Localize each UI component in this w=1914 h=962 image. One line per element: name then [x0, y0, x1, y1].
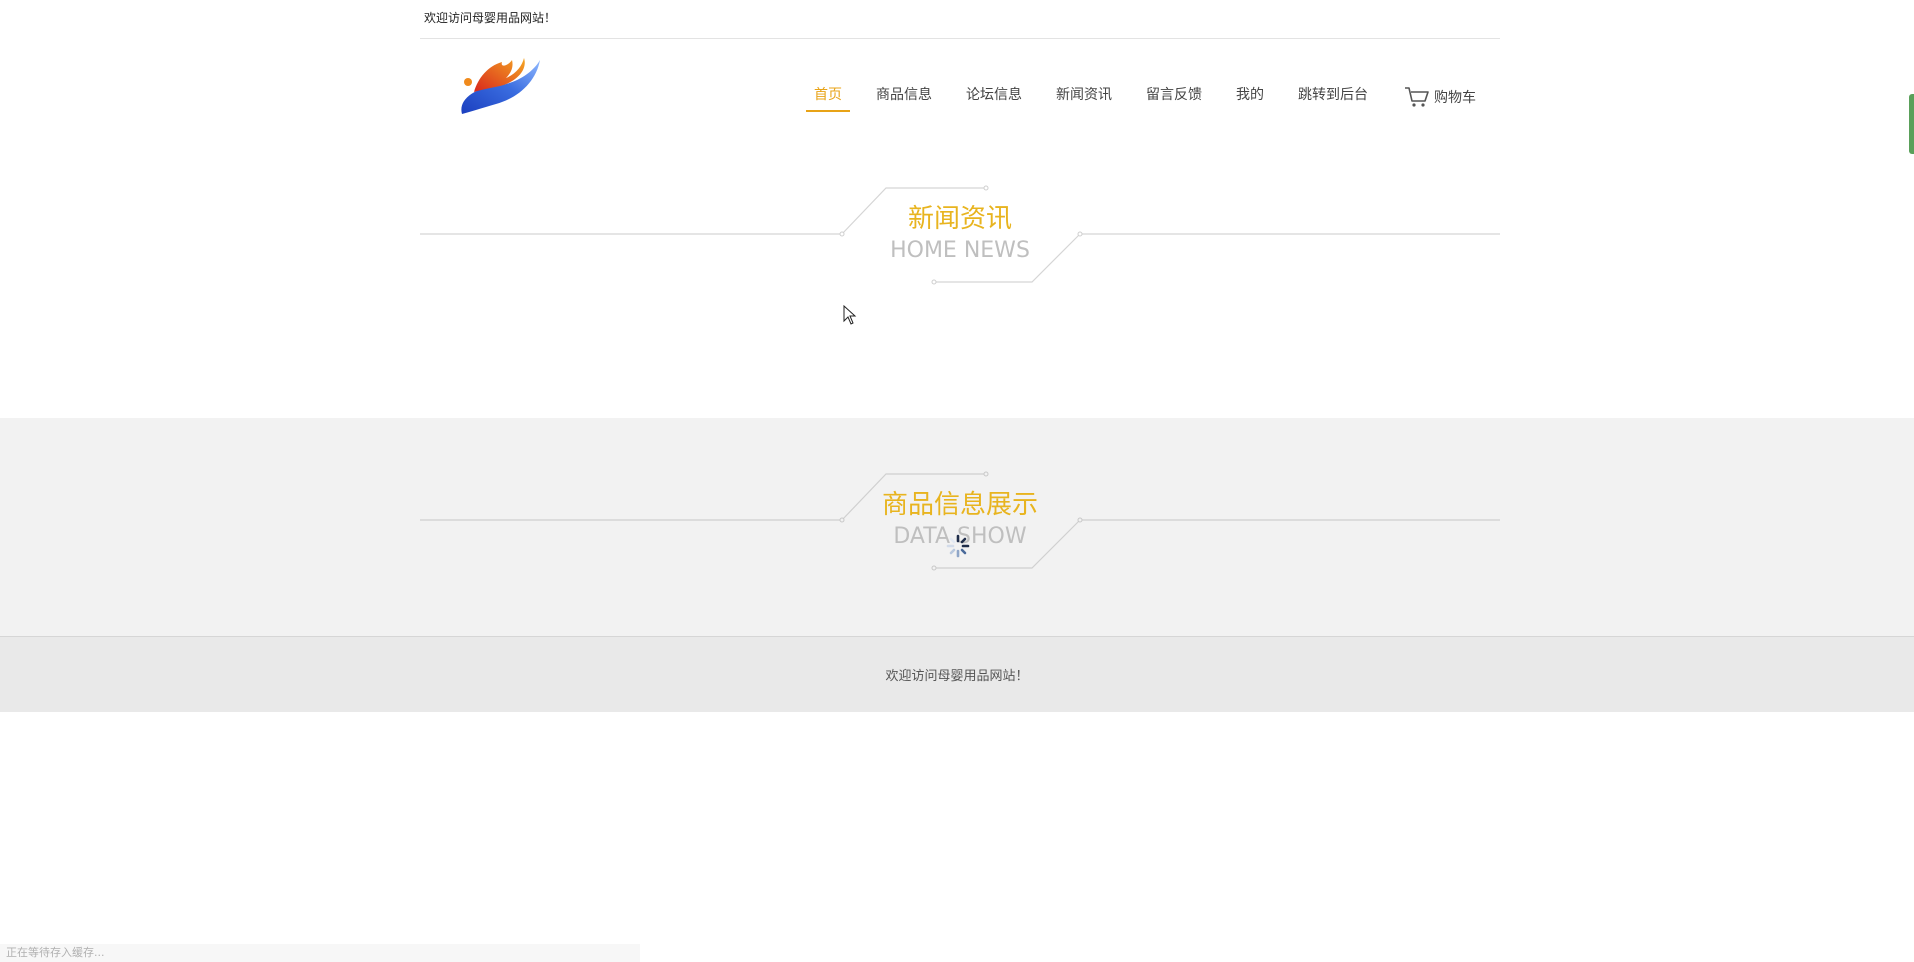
loading-spinner-icon — [946, 534, 970, 558]
nav-forum[interactable]: 论坛信息 — [966, 74, 1022, 112]
news-section-title: 新闻资讯 HOME NEWS — [420, 182, 1500, 292]
phoenix-logo-icon[interactable] — [456, 52, 542, 120]
mouse-cursor-icon — [843, 305, 857, 325]
section-title-zh: 新闻资讯 — [907, 204, 1012, 234]
nav-home[interactable]: 首页 — [806, 74, 850, 112]
nav-news[interactable]: 新闻资讯 — [1056, 74, 1112, 112]
nav-admin[interactable]: 跳转到后台 — [1298, 74, 1368, 112]
section-title-en: HOME NEWS — [890, 238, 1030, 263]
footer-text: 欢迎访问母婴用品网站！ — [885, 669, 1029, 684]
footer: 欢迎访问母婴用品网站！ — [0, 636, 1914, 712]
header: 首页 商品信息 论坛信息 新闻资讯 留言反馈 我的 跳转到后台 购物车 — [420, 38, 1500, 148]
cart-label: 购物车 — [1434, 90, 1476, 106]
top-bar: 欢迎访问母婴用品网站！ — [420, 0, 1500, 39]
products-section-title: 商品信息展示 DATA SHOW — [420, 468, 1500, 578]
cart-link[interactable]: 购物车 — [1404, 78, 1476, 108]
nav-feedback[interactable]: 留言反馈 — [1146, 74, 1202, 112]
browser-status-bar: 正在等待存入缓存... — [0, 944, 640, 962]
nav-products[interactable]: 商品信息 — [876, 74, 932, 112]
nav-mine[interactable]: 我的 — [1236, 74, 1264, 112]
welcome-text: 欢迎访问母婴用品网站！ — [424, 11, 557, 25]
side-tab[interactable] — [1909, 94, 1914, 154]
shopping-cart-icon — [1405, 87, 1429, 107]
section-title-zh: 商品信息展示 — [881, 490, 1038, 520]
main-nav: 首页 商品信息 论坛信息 新闻资讯 留言反馈 我的 跳转到后台 购物车 — [780, 74, 1500, 112]
